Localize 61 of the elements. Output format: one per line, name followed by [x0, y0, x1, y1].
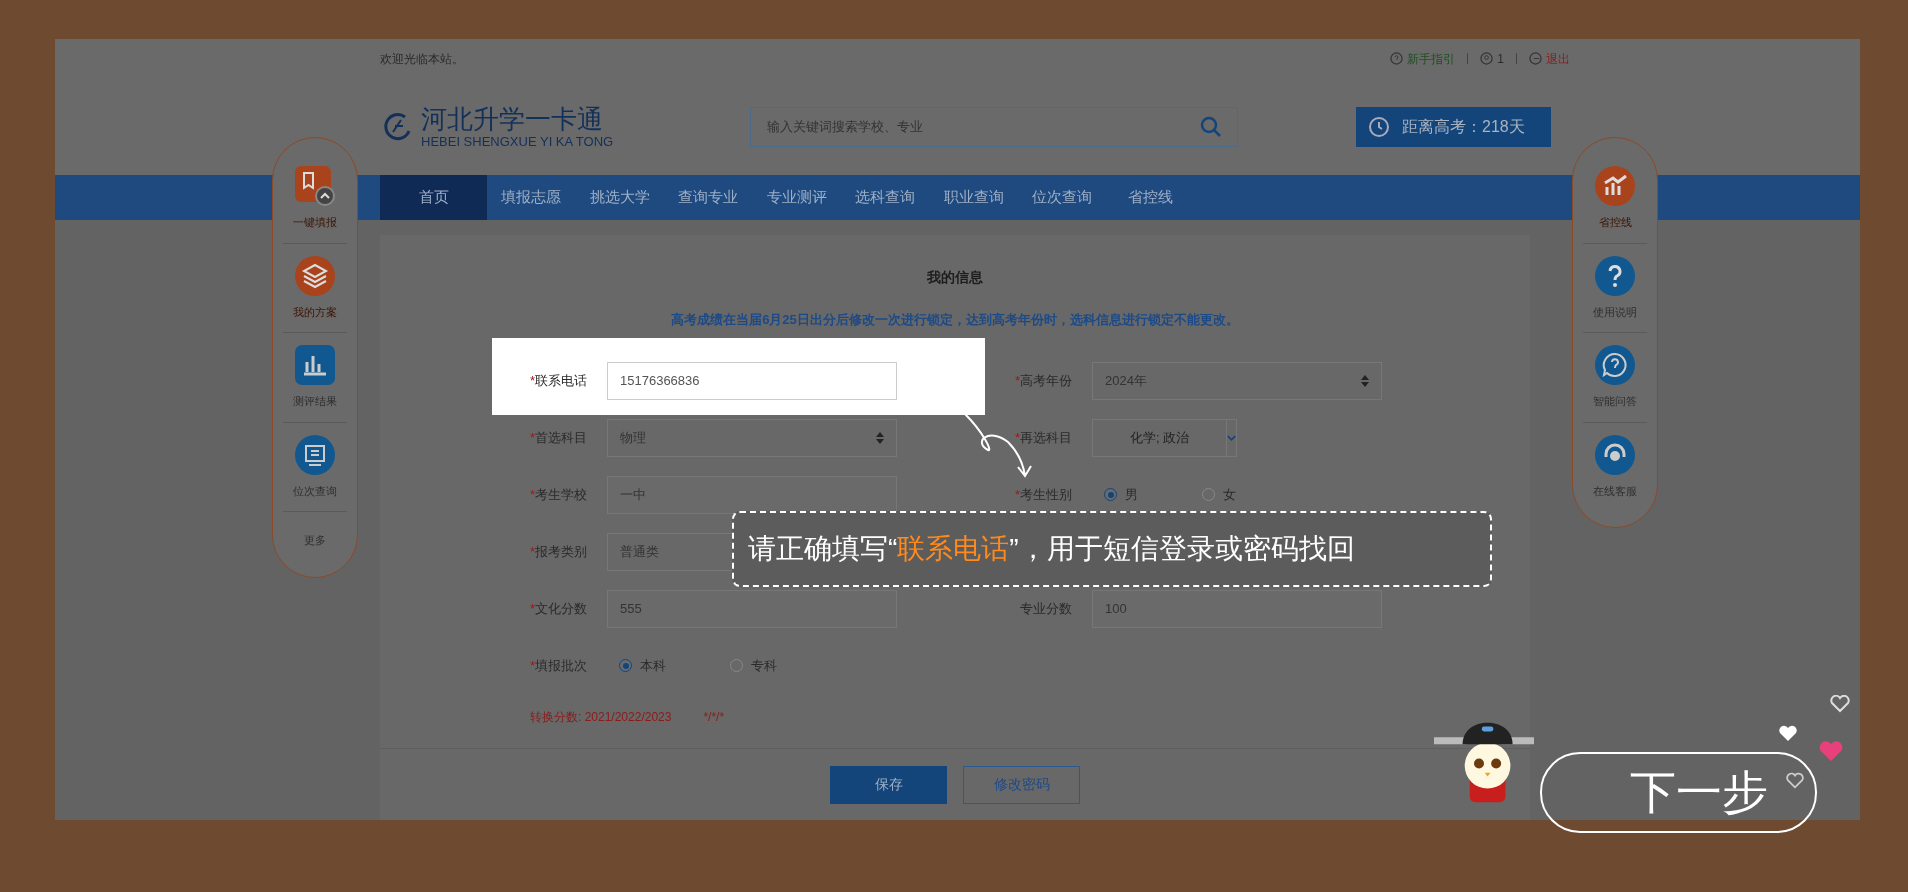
help-icon	[1390, 52, 1404, 65]
bookmark-icon	[295, 166, 335, 206]
field-label: *联系电话	[529, 371, 587, 390]
field-label: *报考类别	[529, 542, 587, 561]
field-label: *文化分数	[529, 599, 587, 618]
radio-option[interactable]: 本科	[619, 655, 666, 676]
field-label: *填报批次	[529, 656, 587, 675]
search-icon[interactable]	[1200, 115, 1222, 138]
nav-tab[interactable]: 位次查询	[1018, 175, 1107, 220]
toolbar-label[interactable]: 我的方案	[293, 303, 337, 320]
sort-arrows-icon	[876, 431, 884, 444]
chevron-down-icon	[1227, 433, 1236, 442]
heart-icon	[1786, 772, 1804, 790]
logout-icon	[1529, 52, 1542, 65]
nav-tab[interactable]: 职业查询	[929, 175, 1018, 220]
field-label: *考生学校	[529, 485, 587, 504]
nav-tab[interactable]: 填报志愿	[487, 175, 576, 220]
toolbar-label[interactable]: 更多	[304, 532, 326, 549]
change-password-button[interactable]: 修改密码	[963, 765, 1080, 804]
nav-tab[interactable]: 选科查询	[841, 175, 930, 220]
radio-option[interactable]: 男	[1104, 484, 1138, 505]
save-button[interactable]: 保存	[830, 765, 947, 804]
logout-link[interactable]: 退出	[1529, 49, 1570, 68]
guide-link[interactable]: 新手指引	[1390, 49, 1456, 68]
layers-icon	[295, 255, 335, 296]
radio-option[interactable]: 女	[1202, 484, 1236, 505]
help-icon	[1595, 255, 1635, 296]
next-step-button[interactable]: 下一步	[1540, 752, 1817, 833]
text-input[interactable]: 15176366836	[607, 361, 897, 400]
chat-question-icon	[1595, 345, 1635, 385]
chart-icon	[1595, 166, 1635, 206]
welcome-text: 欢迎光临本站。	[380, 50, 464, 68]
nav-tab[interactable]: 省控线	[1106, 175, 1195, 220]
logo-title: 河北升学一卡通	[421, 104, 604, 134]
form-title: 我的信息	[927, 268, 983, 287]
monitor-icon	[295, 434, 335, 475]
field-label: *高考年份	[1014, 371, 1072, 390]
multi-select-field[interactable]: 化学; 政治	[1092, 418, 1237, 457]
sort-arrows-icon	[1361, 374, 1369, 387]
nav-tab[interactable]: 首页	[380, 175, 487, 220]
clock-icon	[1368, 115, 1390, 138]
logo-subtitle: HEBEI SHENGXUE YI KA TONG	[421, 134, 614, 149]
heart-icon	[1830, 695, 1850, 713]
radio-option[interactable]: 专科	[730, 655, 777, 676]
countdown-banner: 距离高考：218天	[1356, 106, 1551, 147]
notice-text: 高考成绩在当届6月25日出分后修改一次进行锁定，达到高考年份时，选科信息进行锁定不能更改。	[671, 311, 1239, 329]
user-link[interactable]: 1	[1480, 49, 1504, 68]
toolbar-label[interactable]: 一键填报	[293, 214, 337, 231]
conversion-value: */*/*	[703, 708, 725, 726]
bar-chart-icon	[295, 345, 335, 385]
logo-icon	[383, 111, 413, 142]
user-icon	[1480, 52, 1494, 65]
nav-tab[interactable]: 专业测评	[752, 175, 841, 220]
conversion-label: 转换分数: 2021/2022/2023	[530, 708, 672, 726]
field-label: *再选科目	[1014, 428, 1072, 447]
field-label: 专业分数	[1020, 599, 1072, 618]
nav-tab[interactable]: 查询专业	[664, 175, 753, 220]
field-label: *考生性别	[1014, 485, 1072, 504]
nav-tab[interactable]: 挑选大学	[575, 175, 664, 220]
field-label: *首选科目	[529, 428, 587, 447]
toolbar-label[interactable]: 省控线	[1598, 214, 1632, 231]
